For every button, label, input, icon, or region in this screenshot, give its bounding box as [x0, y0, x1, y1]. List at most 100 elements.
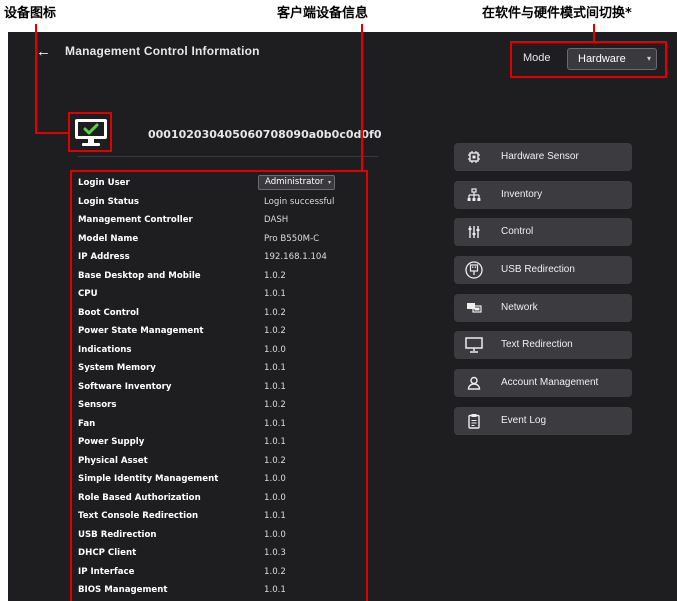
info-row: DHCP Client 1.0.3 — [78, 546, 370, 565]
info-key: Power State Management — [78, 326, 204, 336]
chevron-down-icon: ▾ — [646, 54, 651, 63]
info-row: Power State Management 1.0.2 — [78, 324, 370, 343]
menu-label: Control — [501, 226, 534, 238]
info-row: Simple Identity Management 1.0.0 — [78, 472, 370, 491]
user-icon — [464, 373, 484, 393]
info-table: Login User Administrator ▾ Login Status L… — [78, 175, 370, 601]
caption-device-icon: 设备图标 — [4, 6, 57, 21]
info-key: Text Console Redirection — [78, 511, 199, 521]
menu-button-inventory[interactable]: Inventory — [454, 180, 632, 209]
monitor-icon — [464, 335, 484, 355]
info-row-login-user: Login User Administrator ▾ — [78, 175, 370, 195]
info-value: 1.0.2 — [264, 455, 286, 466]
menu-label: USB Redirection — [501, 264, 575, 276]
menu-button-hardware-sensor[interactable]: Hardware Sensor — [454, 143, 632, 171]
login-user-value: Administrator — [265, 177, 324, 187]
info-key: Model Name — [78, 233, 139, 244]
info-row: Physical Asset 1.0.2 — [78, 454, 370, 473]
info-value: 1.0.2 — [264, 326, 286, 336]
info-value: 1.0.3 — [264, 548, 286, 558]
caption-mode-switch: 在软件与硬件模式间切换* — [482, 6, 632, 21]
info-row: IP Address 192.168.1.104 — [78, 250, 370, 269]
menu-label: Account Management — [501, 377, 599, 389]
menu-button-network[interactable]: Network — [454, 293, 632, 322]
info-key: Simple Identity Management — [78, 474, 219, 484]
info-value: 1.0.1 — [264, 511, 286, 521]
info-key: Boot Control — [78, 307, 139, 318]
menu-button-event-log[interactable]: Event Log — [454, 406, 632, 435]
info-value: 1.0.1 — [264, 585, 286, 595]
info-value: 1.0.1 — [264, 381, 286, 392]
menu-label: Text Redirection — [501, 339, 573, 351]
app-window: ← Management Control Information Mode Ha… — [8, 32, 677, 601]
info-value: 1.0.1 — [264, 437, 286, 447]
info-row: USB Redirection 1.0.0 — [78, 528, 370, 547]
info-row: Text Console Redirection 1.0.1 — [78, 509, 370, 528]
login-user-select[interactable]: Administrator ▾ — [258, 175, 335, 190]
network-icon — [464, 298, 484, 318]
info-value: Login successful — [264, 196, 335, 207]
monitor-check-icon — [75, 119, 107, 146]
info-key: System Memory — [78, 363, 156, 373]
info-key: Power Supply — [78, 437, 145, 447]
menu-button-control[interactable]: Control — [454, 218, 632, 247]
hierarchy-icon — [464, 185, 484, 205]
info-value: 1.0.2 — [264, 307, 286, 318]
info-row: Sensors 1.0.2 — [78, 398, 370, 417]
info-row: Role Based Authorization 1.0.0 — [78, 491, 370, 510]
info-key: Physical Asset — [78, 455, 148, 466]
info-key: Base Desktop and Mobile — [78, 270, 201, 281]
info-value: 1.0.0 — [264, 529, 286, 540]
menu-label: Hardware Sensor — [501, 151, 579, 162]
info-row: Fan 1.0.1 — [78, 417, 370, 436]
info-key: Login Status — [78, 196, 140, 207]
info-value: DASH — [264, 215, 289, 225]
info-row: Management Controller DASH — [78, 213, 370, 232]
login-user-label: Login User — [78, 178, 130, 188]
menu-button-account-management[interactable]: Account Management — [454, 369, 632, 398]
info-value: 1.0.2 — [264, 400, 286, 410]
divider — [78, 156, 378, 157]
info-value: 1.0.2 — [264, 270, 286, 281]
info-key: CPU — [78, 289, 98, 299]
caption-client-info: 客户端设备信息 — [277, 6, 369, 21]
info-row: Power Supply 1.0.1 — [78, 435, 370, 454]
info-key: Fan — [78, 418, 96, 429]
info-value: 1.0.0 — [264, 474, 286, 484]
info-row: Login Status Login successful — [78, 195, 370, 214]
mode-select[interactable]: Hardware ▾ — [567, 48, 657, 70]
feature-menu: Hardware Sensor Inventory Control USB Redir… — [454, 143, 632, 445]
info-key: Role Based Authorization — [78, 492, 201, 503]
info-key: BIOS Management — [78, 585, 168, 595]
info-key: IP Address — [78, 252, 130, 262]
info-row: Base Desktop and Mobile 1.0.2 — [78, 269, 370, 288]
back-arrow-icon[interactable]: ← — [36, 44, 51, 59]
info-value: 1.0.1 — [264, 363, 286, 373]
info-key: IP Interface — [78, 566, 135, 577]
usb-icon — [464, 260, 484, 280]
info-value: 1.0.0 — [264, 344, 286, 355]
chevron-down-icon: ▾ — [327, 179, 331, 186]
chip-icon — [464, 147, 484, 167]
menu-label: Event Log — [501, 414, 547, 426]
info-key: DHCP Client — [78, 548, 137, 558]
info-key: Sensors — [78, 400, 117, 410]
page-title: Management Control Information — [65, 44, 260, 58]
info-value: Pro B550M-C — [264, 233, 320, 244]
menu-button-text-redirection[interactable]: Text Redirection — [454, 331, 632, 360]
info-key: Indications — [78, 344, 132, 355]
info-row: Indications 1.0.0 — [78, 343, 370, 362]
info-value: 1.0.1 — [264, 418, 286, 429]
menu-button-usb-redirection[interactable]: USB Redirection — [454, 256, 632, 285]
info-row: CPU 1.0.1 — [78, 287, 370, 306]
info-value: 1.0.0 — [264, 492, 286, 503]
sliders-icon — [464, 222, 484, 242]
info-row: System Memory 1.0.1 — [78, 361, 370, 380]
info-row: IP Interface 1.0.2 — [78, 565, 370, 584]
menu-label: Inventory — [501, 188, 543, 200]
info-row: Software Inventory 1.0.1 — [78, 380, 370, 399]
info-row: Model Name Pro B550M-C — [78, 232, 370, 251]
info-key: Software Inventory — [78, 381, 172, 392]
info-row: Boot Control 1.0.2 — [78, 306, 370, 325]
clipboard-icon — [464, 411, 484, 431]
